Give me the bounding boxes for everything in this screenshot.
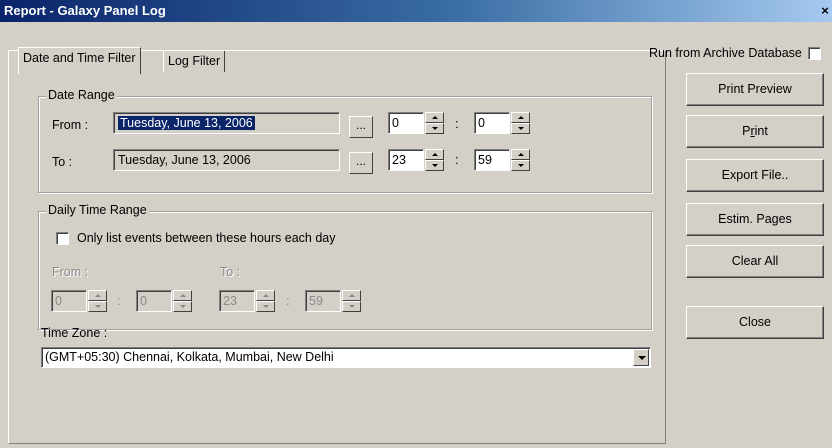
to-date-field[interactable]: Tuesday, June 13, 2006 <box>113 149 340 171</box>
title-bar: Report - Galaxy Panel Log × <box>0 0 832 22</box>
time-zone-label: Time Zone : <box>41 326 108 340</box>
up-arrow-icon[interactable] <box>342 290 361 301</box>
archive-label: Run from Archive Database <box>649 46 802 60</box>
archive-checkbox[interactable] <box>808 47 821 60</box>
up-arrow-icon[interactable] <box>173 290 192 301</box>
to-hour-input[interactable]: 23 <box>388 149 424 171</box>
daily-from-label: From : <box>52 265 89 279</box>
down-arrow-icon[interactable] <box>173 301 192 312</box>
daily-to-minute-spinner[interactable] <box>342 290 361 312</box>
chevron-down-icon[interactable] <box>633 349 649 366</box>
daily-to-label: To : <box>220 265 241 279</box>
up-arrow-icon[interactable] <box>511 112 530 123</box>
to-label: To : <box>52 155 73 169</box>
down-arrow-icon[interactable] <box>342 301 361 312</box>
up-arrow-icon[interactable] <box>88 290 107 301</box>
to-date-picker-button[interactable]: ... <box>349 152 373 174</box>
daily-from-hour-input[interactable]: 0 <box>51 290 87 312</box>
daily-time-range-group: Daily Time Range <box>38 203 652 330</box>
daily-from-hour-spinner[interactable] <box>88 290 107 312</box>
from-hour-input[interactable]: 0 <box>388 112 424 134</box>
up-arrow-icon[interactable] <box>511 149 530 160</box>
clear-all-button[interactable]: Clear All <box>686 245 824 278</box>
time-separator: : <box>117 293 121 308</box>
daily-range-checkbox-label: Only list events between these hours eac… <box>77 231 336 245</box>
print-preview-button[interactable]: Print Preview <box>686 73 824 106</box>
down-arrow-icon[interactable] <box>425 160 444 171</box>
daily-to-minute-input[interactable]: 59 <box>305 290 341 312</box>
up-arrow-icon[interactable] <box>425 149 444 160</box>
date-range-group: Date Range <box>38 88 652 193</box>
down-arrow-icon[interactable] <box>511 123 530 134</box>
up-arrow-icon[interactable] <box>425 112 444 123</box>
daily-time-range-title: Daily Time Range <box>46 203 149 217</box>
from-date-value: Tuesday, June 13, 2006 <box>118 116 255 130</box>
close-button[interactable]: Close <box>686 306 824 339</box>
down-arrow-icon[interactable] <box>88 301 107 312</box>
time-zone-value: (GMT+05:30) Chennai, Kolkata, Mumbai, Ne… <box>45 350 334 364</box>
time-zone-select[interactable]: (GMT+05:30) Chennai, Kolkata, Mumbai, Ne… <box>41 347 651 368</box>
daily-to-hour-input[interactable]: 23 <box>219 290 255 312</box>
from-hour-spinner[interactable] <box>425 112 444 134</box>
estim-pages-button[interactable]: Estim. Pages <box>686 203 824 236</box>
print-button[interactable]: Print <box>686 115 824 148</box>
to-minute-spinner[interactable] <box>511 149 530 171</box>
from-minute-input[interactable]: 0 <box>474 112 510 134</box>
to-minute-input[interactable]: 59 <box>474 149 510 171</box>
from-date-picker-button[interactable]: ... <box>349 116 373 138</box>
time-separator: : <box>455 152 459 167</box>
down-arrow-icon[interactable] <box>425 123 444 134</box>
from-minute-spinner[interactable] <box>511 112 530 134</box>
window-title: Report - Galaxy Panel Log <box>4 3 166 18</box>
close-icon[interactable]: × <box>818 3 832 18</box>
time-separator: : <box>286 293 290 308</box>
time-separator: : <box>455 116 459 131</box>
from-label: From : <box>52 118 89 132</box>
daily-to-hour-spinner[interactable] <box>256 290 275 312</box>
up-arrow-icon[interactable] <box>256 290 275 301</box>
export-file-button[interactable]: Export File.. <box>686 159 824 192</box>
down-arrow-icon[interactable] <box>256 301 275 312</box>
to-hour-spinner[interactable] <box>425 149 444 171</box>
report-window: Report - Galaxy Panel Log × Date and Tim… <box>0 0 832 448</box>
tab-date-time-filter[interactable]: Date and Time Filter <box>18 47 141 74</box>
daily-from-minute-spinner[interactable] <box>173 290 192 312</box>
down-arrow-icon[interactable] <box>511 160 530 171</box>
from-date-field[interactable]: Tuesday, June 13, 2006 <box>113 112 340 134</box>
print-label-int: int <box>754 124 768 138</box>
daily-from-minute-input[interactable]: 0 <box>136 290 172 312</box>
date-range-title: Date Range <box>46 88 117 102</box>
daily-range-checkbox[interactable] <box>56 232 69 245</box>
